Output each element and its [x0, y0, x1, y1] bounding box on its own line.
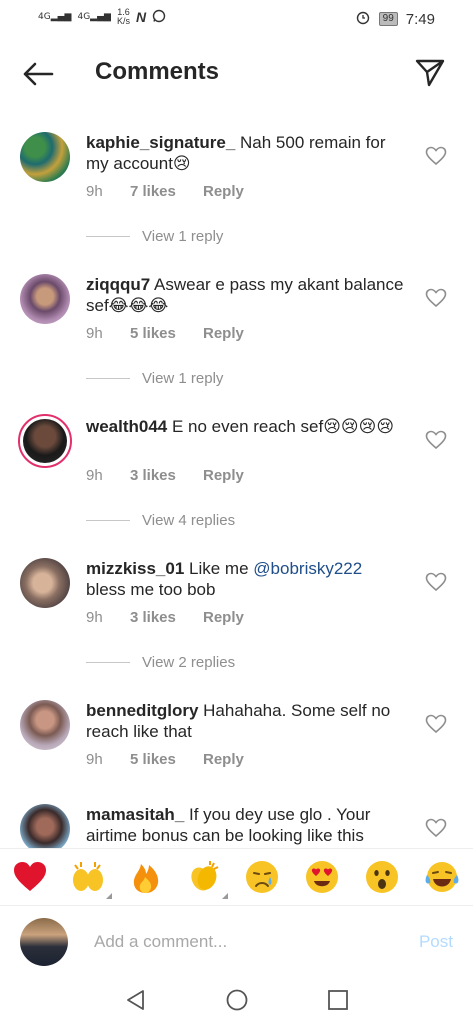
likes-count[interactable]: 5 likes: [130, 325, 203, 342]
whatsapp-icon: [152, 9, 166, 26]
battery-icon: 99: [378, 12, 398, 26]
reply-button[interactable]: Reply: [203, 467, 244, 484]
comment-time: 9h: [86, 467, 103, 484]
comment-time: 9h: [86, 183, 103, 200]
comment-text: ziqqqu7 Aswear e pass my akant balance s…: [86, 274, 406, 316]
mention-link[interactable]: @bobrisky222: [253, 559, 362, 578]
comment-text: kaphie_signature_ Nah 500 remain for my …: [86, 132, 406, 174]
nav-recents-icon[interactable]: [326, 988, 350, 1012]
comment-body: Like me: [184, 559, 254, 578]
view-replies-label: View 1 reply: [142, 370, 224, 387]
nav-back-icon[interactable]: [124, 988, 148, 1012]
like-heart-icon[interactable]: [425, 714, 447, 734]
comment-username[interactable]: benneditglory: [86, 701, 198, 720]
replies-divider: [86, 378, 130, 379]
post-button[interactable]: Post: [419, 932, 453, 952]
view-replies-button[interactable]: View 4 replies: [86, 512, 235, 529]
comment-text: mizzkiss_01 Like me @bobrisky222 bless m…: [86, 558, 406, 600]
raising-hands-reaction-icon[interactable]: [70, 859, 112, 899]
skin-tone-indicator: [222, 893, 228, 899]
comment-composer: Post: [0, 910, 473, 974]
comment-time: 9h: [86, 751, 103, 768]
view-replies-label: View 4 replies: [142, 512, 236, 529]
comment-body: E no even reach sef😢😢😢😢: [167, 417, 395, 436]
status-bar: 4G▂▄▆ 4G▂▄▆ 1.6 K/s N 99 7:49: [0, 0, 473, 36]
comment-meta: 9h 3 likes Reply: [86, 467, 244, 484]
comment-username[interactable]: kaphie_signature_: [86, 133, 235, 152]
comment-username[interactable]: wealth044: [86, 417, 167, 436]
avatar[interactable]: [20, 558, 70, 608]
comment-meta: 9h 5 likes Reply: [86, 751, 244, 768]
back-arrow-icon[interactable]: [22, 62, 54, 86]
comment-username[interactable]: ziqqqu7: [86, 275, 150, 294]
reply-button[interactable]: Reply: [203, 751, 244, 768]
like-heart-icon[interactable]: [425, 146, 447, 166]
comment-item: mamasitah_ If you dey use glo . Your air…: [0, 804, 473, 848]
header: Comments: [0, 48, 473, 100]
comment-meta: 9h 3 likes Reply: [86, 609, 244, 626]
heart-reaction-icon[interactable]: [12, 859, 48, 895]
reply-button[interactable]: Reply: [203, 325, 244, 342]
comment-username[interactable]: mamasitah_: [86, 805, 184, 824]
comment-text: wealth044 E no even reach sef😢😢😢😢: [86, 416, 406, 437]
signal-1-icon: 4G▂▄▆: [38, 12, 72, 22]
tears-of-joy-reaction-icon[interactable]: [424, 859, 460, 895]
avatar[interactable]: [20, 274, 70, 324]
clapping-hands-reaction-icon[interactable]: [186, 859, 228, 899]
reply-button[interactable]: Reply: [203, 183, 244, 200]
crying-face-reaction-icon[interactable]: [244, 859, 280, 895]
reply-button[interactable]: Reply: [203, 609, 244, 626]
avatar[interactable]: [20, 804, 70, 848]
clock: 7:49: [405, 10, 435, 28]
signal-2-icon: 4G▂▄▆: [77, 12, 111, 22]
likes-count[interactable]: 3 likes: [130, 467, 203, 484]
astonished-face-reaction-icon[interactable]: [364, 859, 400, 895]
replies-divider: [86, 520, 130, 521]
likes-count[interactable]: 7 likes: [130, 183, 203, 200]
alarm-icon: [355, 9, 371, 29]
replies-divider: [86, 236, 130, 237]
replies-divider: [86, 662, 130, 663]
comment-text: benneditglory Hahahaha. Some self no rea…: [86, 700, 406, 742]
fire-reaction-icon[interactable]: [128, 859, 164, 895]
current-user-avatar: [20, 918, 68, 966]
comment-input[interactable]: [94, 928, 394, 956]
view-replies-label: View 2 replies: [142, 654, 236, 671]
quick-reactions-bar: [0, 848, 473, 906]
like-heart-icon[interactable]: [425, 430, 447, 450]
direct-message-icon[interactable]: [415, 58, 445, 88]
view-replies-button[interactable]: View 1 reply: [86, 370, 223, 387]
avatar[interactable]: [20, 132, 70, 182]
nav-home-icon[interactable]: [225, 988, 249, 1012]
like-heart-icon[interactable]: [425, 288, 447, 308]
comment-username[interactable]: mizzkiss_01: [86, 559, 184, 578]
comment-meta: 9h 5 likes Reply: [86, 325, 244, 342]
heart-eyes-reaction-icon[interactable]: [304, 859, 340, 895]
likes-count[interactable]: 5 likes: [130, 751, 203, 768]
page-title: Comments: [95, 58, 220, 85]
comment-time: 9h: [86, 325, 103, 342]
likes-count[interactable]: 3 likes: [130, 609, 203, 626]
view-replies-label: View 1 reply: [142, 228, 224, 245]
comment-meta: 9h 7 likes Reply: [86, 183, 244, 200]
network-speed: 1.6 K/s: [116, 7, 130, 26]
view-replies-button[interactable]: View 2 replies: [86, 654, 235, 671]
avatar-with-story-ring[interactable]: [18, 414, 72, 468]
like-heart-icon[interactable]: [425, 572, 447, 592]
system-navigation-bar: [0, 974, 473, 1024]
nfc-icon: N: [135, 9, 147, 25]
view-replies-button[interactable]: View 1 reply: [86, 228, 223, 245]
avatar[interactable]: [20, 700, 70, 750]
skin-tone-indicator: [106, 893, 112, 899]
comment-body: bless me too bob: [86, 580, 216, 599]
like-heart-icon[interactable]: [425, 818, 447, 838]
comment-time: 9h: [86, 609, 103, 626]
comment-text: mamasitah_ If you dey use glo . Your air…: [86, 804, 406, 846]
